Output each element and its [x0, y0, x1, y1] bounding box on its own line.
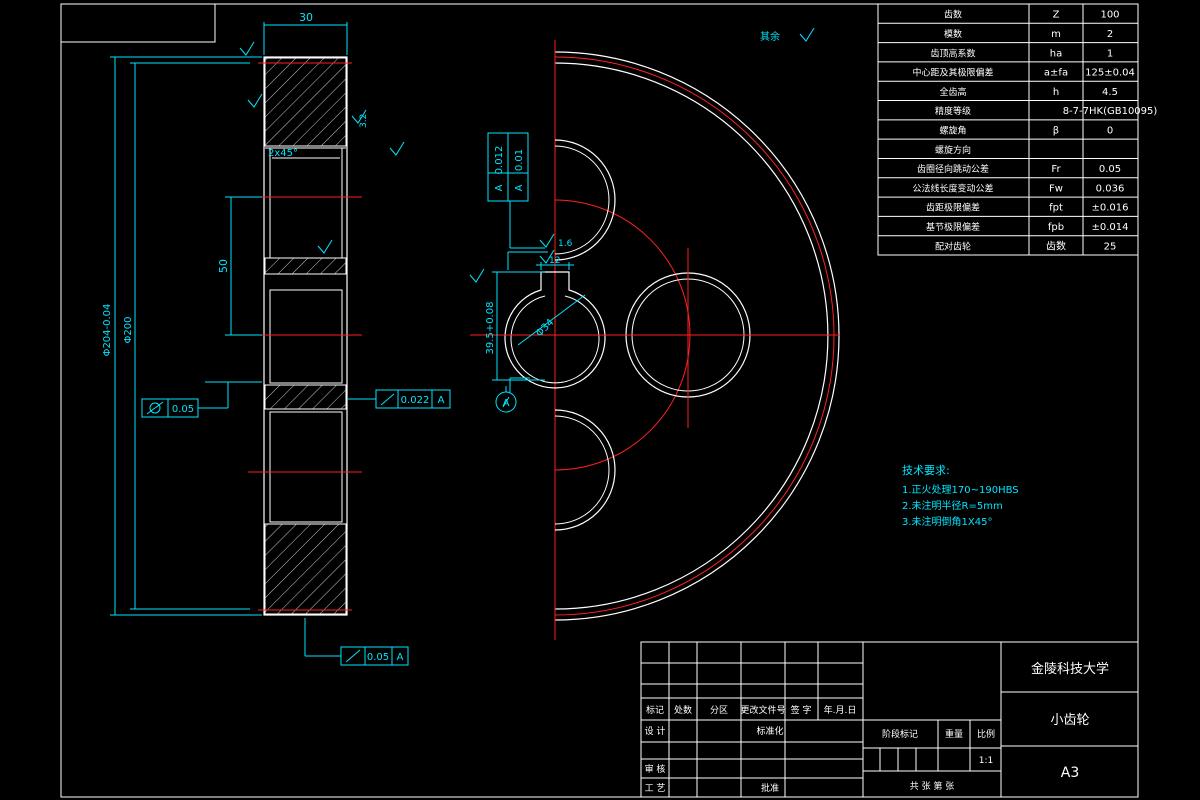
- tech-requirements: 技术要求: 1.正火处理170~190HBS 2.未注明半径R=5mm 3.未注…: [902, 464, 1019, 528]
- runout-left-value: 0.05: [172, 404, 194, 415]
- param-name: 模数: [944, 28, 962, 40]
- param-symbol: Fr: [1051, 164, 1061, 175]
- param-value: ±0.014: [1091, 222, 1128, 233]
- dim-hole-dia: Φ34: [534, 317, 556, 339]
- sym-bot-value: 0.01: [514, 149, 525, 171]
- param-value: 25: [1104, 241, 1117, 252]
- param-symbol: h: [1053, 87, 1059, 98]
- param-name: 基节极限偏差: [926, 221, 980, 233]
- runout-bottom-value: 0.05: [367, 652, 389, 663]
- dim-bore-50: 50: [217, 259, 230, 273]
- tb-sheets: 共 张 第 张: [910, 780, 955, 792]
- runout-frame-bottom: 0.05 A: [340, 646, 409, 666]
- runout-frame-mid: 0.022 A: [375, 389, 451, 409]
- dim-dia-204: Φ204-0.04: [102, 304, 113, 357]
- param-value: 8-7-7HK(GB10095): [1063, 106, 1158, 117]
- runout-mid-value: 0.022: [401, 395, 430, 406]
- top-left-corner-box: [61, 4, 216, 43]
- datum-a-label: A: [503, 398, 510, 409]
- param-symbol: fpt: [1049, 203, 1063, 214]
- param-symbol: β: [1053, 126, 1059, 137]
- tb-standardize: 标准化: [756, 725, 783, 737]
- tech-req-item-2: 2.未注明半径R=5mm: [902, 499, 1003, 512]
- param-value: 125±0.04: [1085, 68, 1135, 79]
- tb-scale-value: 1:1: [979, 756, 993, 766]
- param-value: 0.036: [1096, 183, 1125, 194]
- param-symbol: Z: [1053, 10, 1060, 21]
- sym-bot-datum: A: [514, 184, 525, 191]
- param-value: 100: [1100, 10, 1119, 21]
- dim-keyway-395: 39.5+0.08: [485, 302, 496, 355]
- runout-frame-left: 0.05: [141, 398, 199, 418]
- param-name: 精度等级: [935, 105, 971, 117]
- param-name: 公法线长度变动公差: [912, 182, 993, 194]
- param-value: 2: [1107, 29, 1113, 40]
- param-symbol: fpb: [1048, 222, 1064, 233]
- tb-approve: 批准: [761, 782, 779, 794]
- dim-key-12: 12: [549, 256, 560, 266]
- tb-zone: 分区: [710, 705, 728, 716]
- tb-process: 工 艺: [645, 783, 666, 794]
- param-name: 中心距及其极限偏差: [912, 67, 993, 79]
- hatch-bottom-rim: [264, 523, 347, 615]
- front-dimensions: [469, 27, 815, 413]
- tb-scale: 比例: [977, 728, 995, 740]
- param-value: 0: [1107, 126, 1113, 137]
- runout-mid-datum: A: [438, 395, 445, 406]
- param-name: 齿数: [944, 9, 962, 21]
- param-name: 螺旋方向: [935, 144, 971, 156]
- param-symbol: 齿数: [1046, 239, 1066, 252]
- param-value: ±0.016: [1091, 203, 1128, 214]
- gear-parameter-table: 齿数 Z 100 模数 m 2 齿顶高系数 ha 1 中心距及其极限偏差 a±fa 125±0.04 全…: [877, 3, 1158, 256]
- param-symbol: Fw: [1049, 183, 1063, 194]
- dim-dia-200: Φ200: [123, 317, 134, 344]
- tech-req-item-1: 1.正火处理170~190HBS: [902, 484, 1019, 496]
- param-name: 齿顶高系数: [930, 47, 975, 59]
- roughness-value-16: 1.6: [558, 239, 573, 249]
- dim-chamfer: 2x45°: [268, 148, 298, 159]
- hatch-top-rim: [264, 57, 347, 147]
- tb-date: 年.月.日: [824, 704, 857, 716]
- section-view: [245, 56, 362, 616]
- roughness-note: 其余: [760, 30, 780, 43]
- param-symbol: m: [1051, 29, 1061, 40]
- param-symbol: ha: [1050, 48, 1062, 59]
- tb-design: 设 计: [645, 725, 666, 737]
- tb-stage-mark: 阶段标记: [882, 728, 918, 740]
- par-top-datum: A: [494, 184, 505, 191]
- param-symbol: a±fa: [1044, 68, 1068, 79]
- tb-sheet-size: A3: [1061, 765, 1079, 781]
- title-block-text: 标记 处数 分区 更改文件号 签 字 年.月.日 设 计 标准化 审 核 工 艺…: [645, 661, 1109, 794]
- roughness-value-32: 3.2: [359, 114, 369, 128]
- tb-count: 处数: [674, 704, 692, 716]
- tech-req-item-3: 3.未注明倒角1X45°: [902, 515, 992, 528]
- cad-drawing-canvas: 30 Φ204-0.04 Φ200 50 2x45° 0.05 0.022 A …: [60, 3, 1158, 798]
- tb-mark: 标记: [646, 704, 664, 716]
- param-name: 全齿高: [939, 86, 966, 98]
- tb-weight: 重量: [945, 728, 963, 740]
- hatch-hub-upper: [264, 257, 347, 275]
- tb-review: 审 核: [645, 763, 666, 775]
- dim-width-30: 30: [299, 11, 313, 24]
- outer-frame: [60, 3, 1139, 798]
- tb-signature: 签 字: [791, 704, 812, 716]
- param-name: 齿圈径向跳动公差: [917, 163, 989, 175]
- tb-part-name: 小齿轮: [1050, 713, 1089, 728]
- runout-bottom-datum: A: [397, 652, 404, 663]
- param-name: 配对齿轮: [935, 240, 971, 252]
- param-value: 4.5: [1102, 87, 1118, 98]
- param-name: 螺旋角: [939, 125, 966, 137]
- tb-school: 金陵科技大学: [1031, 661, 1109, 677]
- tb-change-doc: 更改文件号: [740, 704, 785, 716]
- hatch-hub-lower: [264, 384, 347, 410]
- param-name: 齿距极限偏差: [926, 202, 980, 214]
- tech-req-title: 技术要求:: [902, 464, 950, 477]
- param-value: 0.05: [1099, 164, 1121, 175]
- param-value: 1: [1107, 48, 1113, 59]
- par-top-value: 0.012: [494, 146, 505, 175]
